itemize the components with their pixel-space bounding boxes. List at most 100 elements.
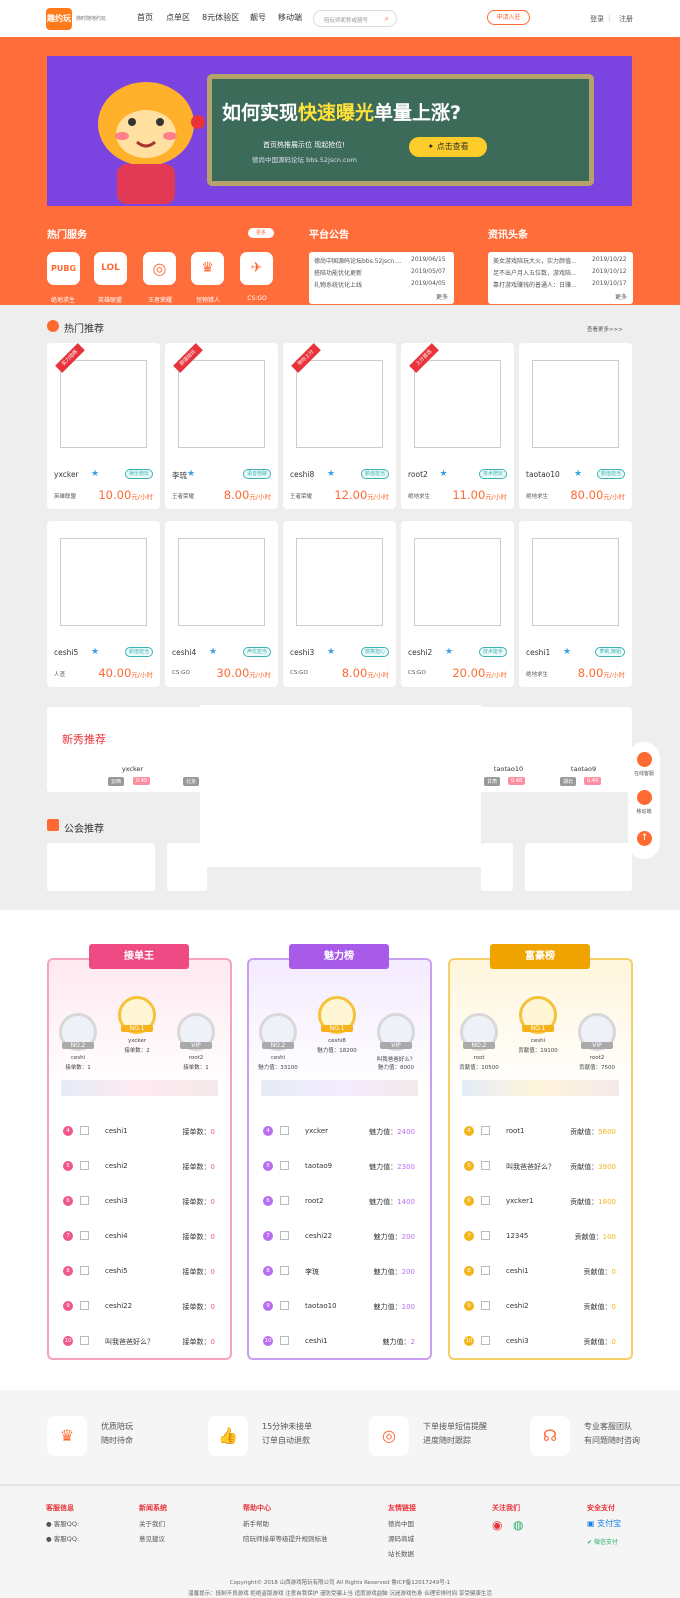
notice-item[interactable]: 德尚中国源码论坛bbs.52jscn....: [314, 256, 402, 265]
notice-item[interactable]: 礼物系统优化上线: [314, 280, 362, 289]
mobile-icon[interactable]: [637, 790, 652, 805]
rank-player-name[interactable]: ceshi2: [506, 1302, 529, 1310]
rank-player-name[interactable]: taotao9: [305, 1162, 332, 1170]
news-item[interactable]: 美女游戏陪玩大火，实力颜值...: [493, 256, 577, 265]
newcomer-name[interactable]: taotao10: [486, 765, 531, 773]
nav-number[interactable]: 靓号: [250, 12, 266, 23]
top-player-name[interactable]: ceshi8: [312, 1038, 362, 1044]
top-player-name[interactable]: yxcker: [112, 1038, 162, 1044]
footer-link[interactable]: 关于我们: [139, 1518, 165, 1528]
player-card[interactable]: 颜值陪玩 李琉 ★ 语音陪聊 王者荣耀 8.00元/小时: [165, 343, 278, 509]
player-card[interactable]: ceshi3 ★ 搞笑担心 CS:GO 8.00元/小时: [283, 521, 396, 687]
rank-player-name[interactable]: 叫我爸爸好么？: [105, 1337, 154, 1347]
top-player-name[interactable]: ceshi: [513, 1038, 563, 1044]
nav-order[interactable]: 点单区: [166, 12, 190, 23]
csgo-icon[interactable]: ✈: [240, 252, 273, 285]
site-logo[interactable]: 趣约玩: [46, 8, 72, 30]
footer-link[interactable]: 新手帮助: [243, 1518, 269, 1528]
honor-of-kings-icon[interactable]: ◎: [143, 252, 176, 285]
top-player-name[interactable]: root2: [572, 1055, 622, 1061]
notice-item[interactable]: 搭陪功能优化更新: [314, 268, 362, 277]
rank-player-name[interactable]: taotao10: [305, 1302, 337, 1310]
service-bell-icon[interactable]: [637, 752, 652, 767]
news-item[interactable]: 足不出户月入五位数，游戏陪...: [493, 268, 577, 277]
player-card[interactable]: 实力陪练 yxcker ★ 娱乐陪玩 英雄联盟 10.00元/小时: [47, 343, 160, 509]
nav-trial[interactable]: 8元体验区: [202, 12, 239, 23]
rank-player-name[interactable]: ceshi22: [105, 1302, 132, 1310]
top-player-name[interactable]: 叫我爸爸好么？: [371, 1055, 421, 1063]
player-photo[interactable]: [296, 538, 383, 626]
rank-player-name[interactable]: yxcker: [305, 1127, 328, 1135]
service-label[interactable]: CS:GO: [227, 295, 287, 302]
top-player-name[interactable]: ceshi: [53, 1055, 103, 1061]
newcomer-name[interactable]: taotao9: [561, 765, 606, 773]
player-name[interactable]: ceshi3: [290, 648, 314, 657]
player-name[interactable]: ceshi1: [526, 648, 550, 657]
monster-hunter-icon[interactable]: ♛: [191, 252, 224, 285]
player-photo[interactable]: [532, 538, 619, 626]
notice-more-link[interactable]: 更多: [436, 292, 448, 301]
rank-player-name[interactable]: 叫我爸爸好么？: [506, 1162, 555, 1172]
banner-view-button[interactable]: ✦ 点击查看: [409, 137, 487, 157]
rank-player-name[interactable]: ceshi1: [506, 1267, 529, 1275]
news-more-link[interactable]: 更多: [615, 292, 627, 301]
weibo-icon[interactable]: ◉: [492, 1518, 502, 1532]
lol-icon[interactable]: LOL: [94, 252, 127, 285]
services-more-button[interactable]: 更多: [248, 228, 274, 238]
rank-player-name[interactable]: yxcker1: [506, 1197, 533, 1205]
newcomer-name[interactable]: yxcker: [110, 765, 155, 773]
player-name[interactable]: 李琉: [172, 470, 187, 481]
search-input[interactable]: 陪玩师昵称或靓号 ⌕: [313, 10, 397, 27]
rank-player-name[interactable]: ceshi2: [105, 1162, 128, 1170]
player-photo[interactable]: [296, 360, 383, 448]
rank-player-name[interactable]: ceshi22: [305, 1232, 332, 1240]
player-name[interactable]: taotao10: [526, 470, 560, 479]
back-to-top-icon[interactable]: ↑: [637, 831, 652, 846]
rank-player-name[interactable]: ceshi3: [506, 1337, 529, 1345]
footer-link[interactable]: 德尚中国: [388, 1518, 414, 1528]
qq-link[interactable]: ● 客服QQ:: [46, 1518, 79, 1528]
rank-player-name[interactable]: root2: [305, 1197, 324, 1205]
player-photo[interactable]: [414, 360, 501, 448]
search-icon[interactable]: ⌕: [385, 14, 389, 24]
player-photo[interactable]: [178, 538, 265, 626]
footer-link[interactable]: 陪玩师接单等级提升规则标准: [243, 1533, 328, 1543]
footer-link[interactable]: 源码商城: [388, 1533, 414, 1543]
online-service-label[interactable]: 在线客服: [628, 770, 660, 777]
footer-link[interactable]: 站长数据: [388, 1548, 414, 1558]
player-photo[interactable]: [60, 538, 147, 626]
guild-card[interactable]: [47, 843, 155, 891]
rank-player-name[interactable]: ceshi3: [105, 1197, 128, 1205]
rank-player-name[interactable]: ceshi1: [305, 1337, 328, 1345]
player-name[interactable]: ceshi8: [290, 470, 314, 479]
player-photo[interactable]: [60, 360, 147, 448]
player-card[interactable]: 上分首选 root2 ★ 技术陪玩 绝地求生 11.00元/小时: [401, 343, 514, 509]
player-name[interactable]: root2: [408, 470, 428, 479]
player-card[interactable]: ceshi2 ★ 技术能手 CS:GO 20.00元/小时: [401, 521, 514, 687]
nav-mobile[interactable]: 移动端: [278, 12, 302, 23]
promo-banner[interactable]: 如何实现快速曝光单量上涨? 首页热推展示位 现起抢位! 德尚中国源码论坛 bbs…: [47, 56, 632, 206]
nav-home[interactable]: 首页: [137, 12, 153, 23]
player-card[interactable]: ceshi5 ★ 颜值担当 人渣 40.00元/小时: [47, 521, 160, 687]
rank-player-name[interactable]: ceshi1: [105, 1127, 128, 1135]
player-card[interactable]: ceshi1 ★ 萝莉,御姐 绝地求生 8.00元/小时: [519, 521, 632, 687]
player-card[interactable]: ceshi4 ★ 声优担当 CS:GO 30.00元/小时: [165, 521, 278, 687]
player-photo[interactable]: [414, 538, 501, 626]
register-link[interactable]: 注册: [619, 14, 633, 24]
player-photo[interactable]: [532, 360, 619, 448]
rank-player-name[interactable]: 李琉: [305, 1267, 319, 1277]
player-name[interactable]: yxcker: [54, 470, 79, 479]
top-player-name[interactable]: ceshi: [253, 1055, 303, 1061]
pubg-icon[interactable]: PUBG: [47, 252, 80, 285]
rank-player-name[interactable]: ceshi5: [105, 1267, 128, 1275]
news-item[interactable]: 靠打游戏赚钱的普通人：日赚...: [493, 280, 577, 289]
player-photo[interactable]: [178, 360, 265, 448]
apply-button[interactable]: 申请入驻: [487, 10, 530, 25]
player-name[interactable]: ceshi5: [54, 648, 78, 657]
login-link[interactable]: 登录: [590, 14, 604, 24]
alipay-icon[interactable]: ▣ 支付宝: [587, 1518, 621, 1529]
player-name[interactable]: ceshi2: [408, 648, 432, 657]
mobile-label[interactable]: 移动端: [628, 808, 660, 815]
rank-player-name[interactable]: root1: [506, 1127, 525, 1135]
top-player-name[interactable]: root: [454, 1055, 504, 1061]
